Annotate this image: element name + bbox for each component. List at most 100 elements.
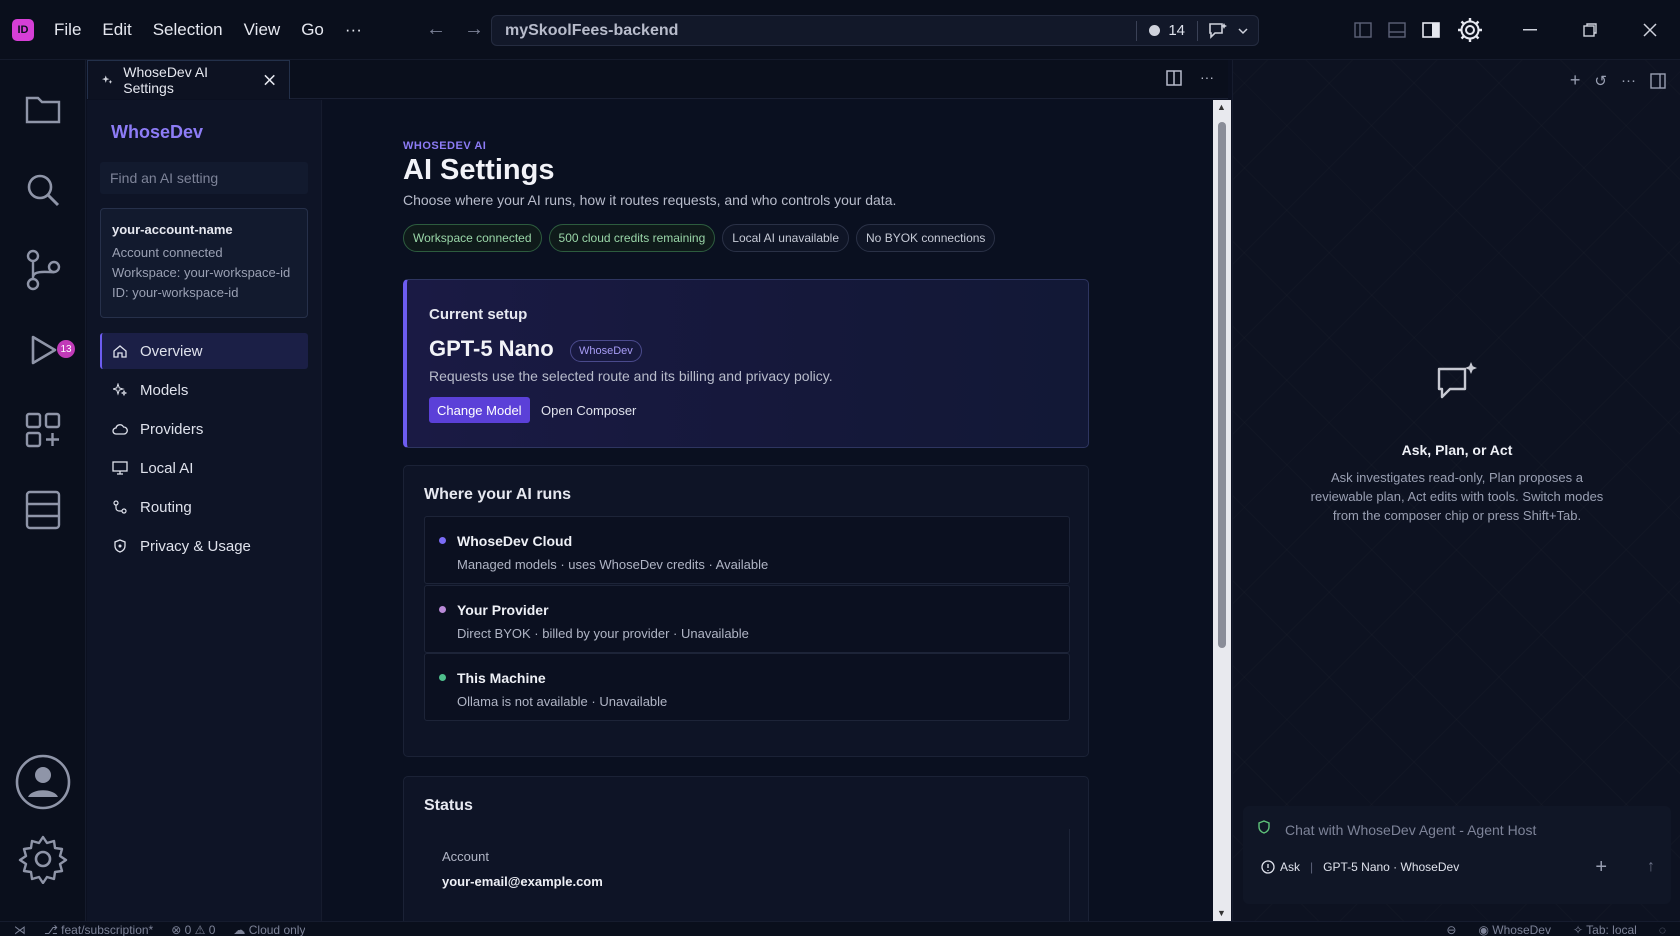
status-bar-left: ⋊ ⎇ feat/subscription* ⊗ 0 ⚠ 0 ☁ Cloud o… (14, 922, 305, 936)
tab-label: WhoseDev AI Settings (123, 64, 209, 96)
command-center-title: mySkoolFees-backend (505, 21, 679, 39)
notification-count[interactable]: 14 (1137, 22, 1197, 39)
close-button[interactable] (1620, 0, 1680, 60)
chat-composer: Chat with WhoseDev Agent - Agent Host As… (1243, 806, 1671, 904)
run-option-machine[interactable]: This Machine Ollama is not available · U… (424, 653, 1070, 721)
more-icon[interactable]: ··· (1621, 72, 1636, 89)
remote-icon[interactable]: ⋊ (14, 923, 26, 936)
search-icon (27, 174, 60, 207)
runs-title: Where your AI runs (424, 486, 571, 503)
run-option-provider[interactable]: Your Provider Direct BYOK · billed by yo… (424, 585, 1070, 653)
toggle-sidebar-icon[interactable] (1354, 22, 1372, 38)
run-debug-button[interactable] (20, 327, 66, 373)
nav-privacy-usage[interactable]: Privacy & Usage (100, 528, 308, 564)
title-right (1354, 0, 1680, 60)
problems-item[interactable]: ⊗ 0 ⚠ 0 (171, 923, 215, 936)
menu-go[interactable]: Go (301, 20, 324, 40)
new-chat-icon[interactable]: + (1570, 70, 1581, 91)
back-arrow-icon[interactable]: ← (426, 18, 446, 41)
provider-tag: WhoseDev (570, 340, 642, 362)
zoom-out-icon[interactable]: ⊖ (1446, 923, 1456, 936)
close-icon[interactable] (264, 74, 275, 86)
source-control-button[interactable] (20, 247, 66, 293)
menu-edit[interactable]: Edit (102, 20, 131, 40)
nav-label: Local AI (140, 459, 194, 477)
add-context-icon[interactable]: + (1595, 856, 1607, 879)
run-name: Your Provider (457, 602, 549, 618)
run-option-cloud[interactable]: WhoseDev Cloud Managed models · uses Who… (424, 516, 1070, 584)
status-card: Status Account your-email@example.com (403, 776, 1089, 921)
cloud-item[interactable]: ☁ Cloud only (233, 923, 305, 936)
nav-providers[interactable]: Providers (100, 411, 308, 447)
gear-icon (18, 835, 68, 884)
menu-more[interactable]: ··· (345, 20, 362, 40)
minimize-icon (1523, 29, 1537, 31)
main-scrollbar[interactable]: ▲ ▼ (1213, 100, 1231, 921)
change-model-button[interactable]: Change Model (429, 397, 530, 423)
cloud-icon (112, 421, 128, 437)
circle-icon (1149, 25, 1161, 36)
model-picker[interactable]: GPT-5 Nano · WhoseDev (1323, 860, 1459, 874)
command-center[interactable]: mySkoolFees-backend 14 (491, 15, 1259, 46)
composer-toolbar: Ask | GPT-5 Nano · WhoseDev (1261, 860, 1459, 874)
settings-search-input[interactable] (100, 162, 308, 194)
tab-mode-label: Tab: local (1586, 922, 1637, 936)
nav-local-ai[interactable]: Local AI (100, 450, 308, 486)
menu-view[interactable]: View (244, 20, 281, 40)
account-item[interactable]: ◉ WhoseDev (1478, 923, 1551, 936)
route-icon (112, 499, 128, 515)
nav-routing[interactable]: Routing (100, 489, 308, 525)
sparkle-icon (112, 382, 128, 398)
panel-layout-icon[interactable] (1650, 72, 1666, 89)
empty-state-title: Ask, Plan, or Act (1401, 442, 1513, 458)
run-description: Ollama is not available · Unavailable (457, 694, 668, 709)
send-arrow-icon[interactable]: ↑ (1647, 858, 1655, 876)
toggle-secondary-sidebar-icon[interactable] (1422, 22, 1440, 38)
scroll-down-icon[interactable]: ▼ (1217, 908, 1226, 918)
split-editor-icon[interactable] (1166, 70, 1182, 86)
account-card: your-account-name Account connected Work… (100, 208, 308, 318)
chat-input[interactable]: Chat with WhoseDev Agent - Agent Host (1285, 822, 1536, 838)
minimize-button[interactable] (1500, 0, 1560, 60)
mode-chip[interactable]: Ask (1261, 860, 1300, 874)
chat-toggle[interactable] (1198, 22, 1258, 40)
shield-icon (112, 538, 128, 554)
extensions-icon (25, 412, 61, 448)
search-button[interactable] (20, 167, 66, 213)
scrollbar-thumb[interactable] (1218, 122, 1226, 648)
forward-arrow-icon[interactable]: → (464, 18, 484, 41)
manage-button[interactable] (16, 832, 70, 886)
account-status-label: WhoseDev (1492, 922, 1551, 936)
tab-mode-item[interactable]: ✧ Tab: local (1573, 923, 1637, 936)
more-actions-icon[interactable]: ··· (1200, 70, 1214, 86)
nav-label: Models (140, 381, 189, 399)
menu-selection[interactable]: Selection (153, 20, 223, 40)
mode-label: Ask (1280, 860, 1301, 874)
branch-label: feat/subscription* (61, 922, 154, 936)
settings-gear-icon[interactable] (1456, 16, 1484, 44)
title-bar: ID File Edit Selection View Go ··· ← → m… (0, 0, 1680, 60)
nav-overview[interactable]: Overview (100, 333, 308, 369)
scroll-up-icon[interactable]: ▲ (1217, 102, 1226, 112)
menu-bar: File Edit Selection View Go ··· (54, 20, 383, 40)
tab-ai-settings[interactable]: WhoseDev AI Settings (87, 60, 290, 99)
toggle-panel-icon[interactable] (1388, 22, 1406, 38)
nav-label: Overview (140, 342, 203, 360)
restore-button[interactable] (1560, 0, 1620, 60)
open-composer-button[interactable]: Open Composer (533, 397, 644, 423)
explorer-button[interactable] (20, 87, 66, 133)
nav-arrows: ← → (426, 18, 484, 41)
nav-label: Routing (140, 498, 192, 516)
extensions-button[interactable] (20, 407, 66, 453)
nav-models[interactable]: Models (100, 372, 308, 408)
cloud-label: Cloud only (248, 922, 306, 936)
account-button[interactable] (14, 753, 72, 811)
settings-main: WHOSEDEV AI AI Settings Choose where you… (323, 100, 1213, 921)
branch-item[interactable]: ⎇ feat/subscription* (44, 923, 153, 936)
status-chip: 500 cloud credits remaining (548, 224, 716, 252)
menu-file[interactable]: File (54, 20, 81, 40)
bell-icon[interactable]: ◌ (1659, 923, 1666, 936)
app-logo: ID (12, 18, 34, 41)
history-icon[interactable]: ↺ (1594, 72, 1607, 90)
database-button[interactable] (20, 487, 66, 533)
